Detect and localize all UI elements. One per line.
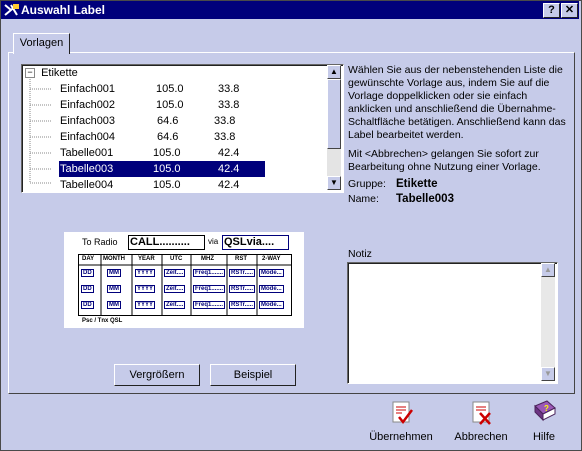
name-label: Name:: [348, 193, 379, 205]
scroll-down-icon[interactable]: ▼: [541, 367, 555, 381]
help-titlebar-button[interactable]: ?: [543, 3, 560, 18]
preview-header: YEAR: [138, 256, 155, 262]
preview-cell: Freq1.......: [193, 269, 226, 277]
preview-cell: RSTr.....: [229, 269, 256, 277]
scroll-down-icon[interactable]: ▼: [327, 176, 341, 190]
cancel-icon: [472, 401, 491, 425]
cancel-label: Abbrechen: [454, 431, 508, 443]
preview-cell: RSTr.....: [229, 301, 256, 309]
item-name: Einfach002: [60, 99, 116, 111]
help-book-icon: ?: [534, 400, 556, 422]
item-height: 33.8: [218, 99, 240, 111]
item-width: 105.0: [153, 147, 181, 159]
accept-label: Übernehmen: [369, 431, 433, 443]
preview-cell: MM: [107, 269, 121, 277]
accept-button[interactable]: Übernehmen: [365, 398, 437, 443]
notiz-textarea[interactable]: ▲ ▼: [347, 262, 558, 384]
help-button[interactable]: ? Hilfe: [522, 398, 566, 443]
preview-cell: Mode...: [259, 269, 284, 277]
cancel-hint-text: Mit <Abbrechen> gelangen Sie sofort zur …: [348, 148, 541, 173]
description-text: Wählen Sie aus der nebenstehenden Liste …: [348, 64, 566, 141]
tree-item[interactable]: Tabelle004 105.0 42.4: [60, 177, 320, 192]
preview-cell: Mode...: [259, 285, 284, 293]
preview-header: UTC: [170, 256, 183, 262]
item-width: 64.6: [157, 131, 179, 143]
item-name: Einfach004: [60, 131, 116, 143]
close-titlebar-button[interactable]: ✕: [561, 3, 578, 18]
cancel-button[interactable]: Abbrechen: [449, 398, 513, 443]
preview-via: via: [208, 237, 219, 246]
label-preview: To Radio CALL.......... via QSLvia.... D…: [64, 232, 304, 328]
preview-header: DAY: [82, 256, 95, 262]
preview-header: 2-WAY: [262, 256, 281, 262]
item-height: 33.8: [214, 131, 236, 143]
tree-scrollbar[interactable]: ▲ ▼: [327, 65, 341, 190]
tree-item[interactable]: Einfach003 64.6 33.8: [60, 113, 320, 129]
item-height: 42.4: [218, 163, 240, 175]
preview-call-field: CALL..........: [128, 235, 205, 250]
preview-header: RST: [235, 256, 247, 262]
preview-cell: MM: [107, 285, 121, 293]
group-label: Gruppe:: [348, 178, 386, 190]
name-value: Tabelle003: [396, 193, 454, 205]
item-height: 42.4: [218, 147, 240, 159]
item-width: 105.0: [153, 163, 181, 175]
item-width: 105.0: [156, 99, 184, 111]
preview-header: MHZ: [201, 256, 214, 262]
preview-cells: DD MM YYYY Zeit.... Freq1....... RSTr...…: [78, 268, 292, 314]
preview-footer: Psc / Tnx QSL: [82, 318, 123, 324]
preview-cell: DD: [81, 269, 94, 277]
item-width: 105.0: [153, 179, 181, 191]
item-name: Tabelle001: [60, 147, 114, 159]
template-tree[interactable]: − Etikette Einfach001 105.0 33.8 Einfach…: [21, 64, 344, 193]
tree-item-selected[interactable]: Tabelle003 105.0 42.4: [59, 161, 265, 177]
scroll-up-icon[interactable]: ▲: [541, 263, 555, 277]
item-name: Tabelle003: [60, 163, 114, 175]
scroll-up-icon[interactable]: ▲: [327, 65, 341, 79]
preview-cell: YYYY: [135, 285, 156, 293]
preview-cell: Mode...: [259, 301, 284, 309]
item-height: 33.8: [218, 83, 240, 95]
tree-item[interactable]: Einfach001 105.0 33.8: [60, 81, 320, 97]
svg-text:?: ?: [544, 404, 549, 413]
preview-cell: Freq1.......: [193, 301, 226, 309]
title-bar[interactable]: Auswahl Label ? ✕: [1, 1, 579, 19]
preview-to-radio: To Radio: [82, 237, 118, 247]
item-name: Tabelle004: [60, 179, 114, 191]
preview-cell: Freq1.......: [193, 285, 226, 293]
item-name: Einfach003: [60, 115, 116, 127]
accept-icon: [392, 401, 413, 425]
group-value: Etikette: [396, 178, 438, 190]
description-panel: Wählen Sie aus der nebenstehenden Liste …: [348, 64, 573, 208]
example-button[interactable]: Beispiel: [210, 364, 296, 386]
preview-cell: Zeit....: [164, 285, 186, 293]
tree-item[interactable]: Einfach002 105.0 33.8: [60, 97, 320, 113]
preview-cell: MM: [107, 301, 121, 309]
preview-cell: DD: [81, 285, 94, 293]
tab-vorlagen[interactable]: Vorlagen: [13, 33, 70, 54]
scroll-thumb[interactable]: [327, 79, 341, 149]
preview-cell: YYYY: [135, 269, 156, 277]
tree-item[interactable]: Einfach004 64.6 33.8: [60, 129, 320, 145]
item-height: 33.8: [214, 115, 236, 127]
preview-qsl-field: QSLvia....: [222, 235, 289, 250]
item-width: 64.6: [157, 115, 179, 127]
item-width: 105.0: [156, 83, 184, 95]
notiz-label: Notiz: [348, 248, 372, 260]
preview-cell: Zeit....: [164, 269, 186, 277]
help-label: Hilfe: [532, 431, 555, 443]
preview-header: MONTH: [103, 256, 125, 262]
preview-cell: RSTr.....: [229, 285, 256, 293]
preview-cell: Zeit....: [164, 301, 186, 309]
window-title: Auswahl Label: [21, 3, 106, 17]
item-name: Einfach001: [60, 83, 116, 95]
preview-cell: DD: [81, 301, 94, 309]
label-app-icon: [4, 4, 19, 16]
enlarge-button[interactable]: Vergrößern: [114, 364, 200, 386]
tree-lines: [29, 77, 52, 184]
item-height: 42.4: [218, 179, 240, 191]
notiz-scrollbar[interactable]: ▲ ▼: [541, 263, 555, 381]
tree-item[interactable]: Tabelle001 105.0 42.4: [60, 145, 320, 161]
preview-cell: YYYY: [135, 301, 156, 309]
